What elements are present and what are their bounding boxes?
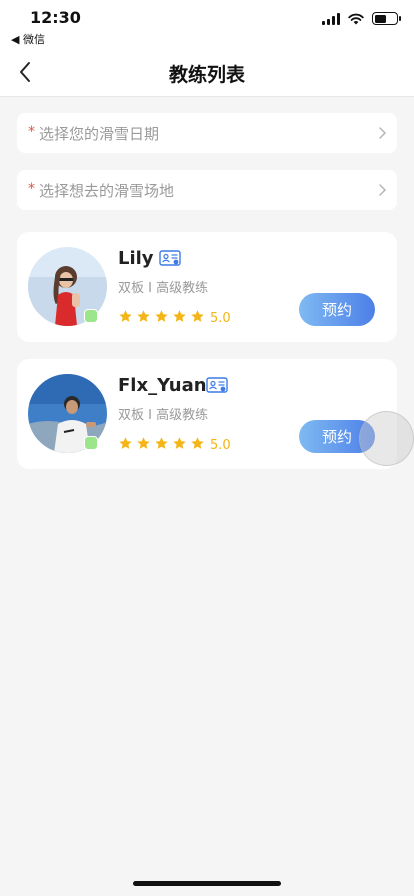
ski-date-placeholder: 选择您的滑雪日期 — [39, 125, 160, 143]
star-icon — [155, 310, 168, 322]
book-button[interactable]: 预约 — [299, 293, 375, 326]
id-card-icon — [159, 250, 181, 266]
home-indicator[interactable] — [133, 881, 281, 886]
star-icon — [119, 310, 132, 322]
status-time: 12:30 — [30, 8, 81, 27]
rating-value: 5.0 — [210, 311, 231, 326]
coach-level: 双板 I 高级教练 — [118, 408, 209, 423]
ski-venue-picker[interactable]: * 选择想去的滑雪场地 — [17, 170, 397, 210]
online-status-indicator — [84, 309, 98, 323]
online-status-indicator — [84, 436, 98, 450]
required-mark: * — [28, 124, 35, 140]
star-rating — [118, 436, 205, 451]
touch-indicator — [359, 411, 414, 466]
ski-venue-placeholder: 选择想去的滑雪场地 — [39, 182, 175, 200]
coach-level: 双板 I 高级教练 — [118, 281, 209, 296]
coach-name: Flx_Yuan — [118, 375, 207, 396]
page-title: 教练列表 — [168, 64, 245, 86]
star-icon — [137, 437, 150, 449]
star-rating — [118, 309, 205, 324]
battery-icon — [372, 12, 401, 25]
required-mark: * — [28, 181, 35, 197]
coach-card[interactable]: Lily 双板 I 高级教练 5.0 预约 — [17, 232, 397, 342]
star-icon — [155, 437, 168, 449]
star-icon — [137, 310, 150, 322]
star-icon — [191, 310, 204, 322]
nav-bar: 教练列表 — [0, 48, 414, 97]
star-icon — [191, 437, 204, 449]
system-icons — [322, 12, 401, 25]
back-to-app-link[interactable]: ◀ 微信 — [11, 31, 45, 47]
chevron-right-icon — [379, 127, 387, 139]
status-bar: 12:30 ◀ 微信 — [0, 0, 414, 48]
ski-date-picker[interactable]: * 选择您的滑雪日期 — [17, 113, 397, 153]
signal-icon — [322, 12, 340, 25]
coach-name: Lily — [118, 248, 154, 269]
rating-value: 5.0 — [210, 438, 231, 453]
coach-card[interactable]: Flx_Yuan 双板 I 高级教练 5.0 预约 — [17, 359, 397, 469]
wifi-icon — [348, 13, 364, 24]
star-icon — [119, 437, 132, 449]
star-icon — [173, 437, 186, 449]
id-card-icon — [206, 377, 228, 393]
chevron-right-icon — [379, 184, 387, 196]
star-icon — [173, 310, 186, 322]
